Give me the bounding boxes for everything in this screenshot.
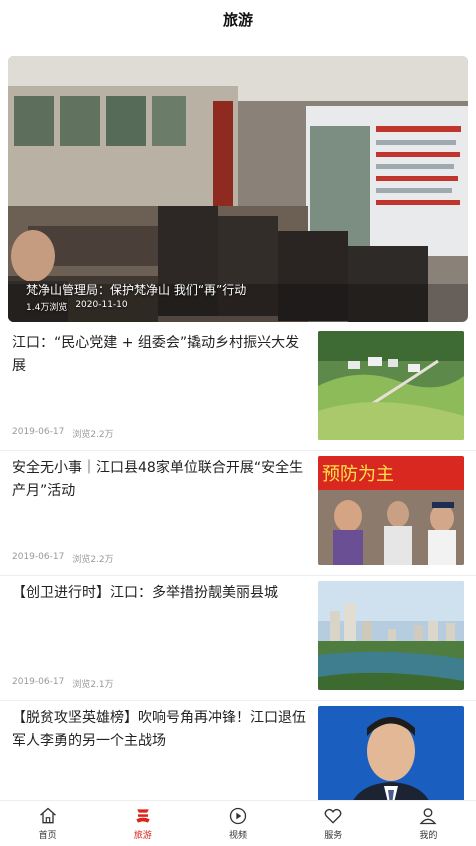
tab-service[interactable]: 服务: [286, 801, 381, 846]
bottom-tab-bar: 首页 旅游 视频 服务 我的: [0, 800, 476, 846]
list-item[interactable]: 江口：“民心党建 + 组委会”撬动乡村振兴大发展 2019-06-17 浏览2.…: [0, 326, 476, 451]
article-meta: 2019-06-17 浏览2.2万: [12, 552, 114, 565]
article-date: 2019-06-17: [12, 552, 65, 562]
tab-travel[interactable]: 旅游: [95, 801, 190, 846]
article-thumbnail: [318, 581, 464, 690]
tab-video[interactable]: 视频: [190, 801, 285, 846]
page-title: 旅游: [222, 10, 253, 29]
list-item[interactable]: 【创卫进行时】江口：多举措扮靓美丽县城 2019-06-17 浏览2.1万: [0, 576, 476, 701]
tab-label: 视频: [229, 831, 248, 841]
article-list: 江口：“民心党建 + 组委会”撬动乡村振兴大发展 2019-06-17 浏览2.…: [0, 326, 476, 826]
article-thumbnail: [318, 706, 464, 815]
play-icon: [229, 807, 247, 825]
article-title: 【脱贫攻坚英雄榜】吹响号角再冲锋！江口退伍军人李勇的另一个主战场: [12, 710, 306, 749]
hero-banner[interactable]: 梵净山管理局：保护梵净山 我们“再”行动 1.4万浏览 2020-11-10: [8, 56, 468, 322]
list-item[interactable]: 安全无小事｜江口县48家单位联合开展“安全生产月”活动 2019-06-17 浏…: [0, 451, 476, 576]
home-icon: [39, 807, 56, 824]
hero-title: 梵净山管理局：保护梵净山 我们“再”行动: [26, 283, 247, 297]
hero-meta: 1.4万浏览 2020-11-10: [26, 300, 128, 313]
travel-icon: [136, 809, 150, 823]
tab-home[interactable]: 首页: [0, 801, 95, 846]
article-thumbnail: 预防为主: [318, 456, 464, 565]
tab-mine[interactable]: 我的: [381, 801, 476, 846]
user-icon: [419, 808, 437, 825]
article-title: 安全无小事｜江口县48家单位联合开展“安全生产月”活动: [12, 460, 304, 499]
article-views: 浏览2.2万: [72, 430, 114, 440]
article-date: 2019-06-17: [12, 677, 65, 687]
article-views: 浏览2.2万: [72, 555, 114, 565]
banner-text: 预防为主: [322, 464, 394, 485]
hero-date: 2020-11-10: [75, 300, 128, 310]
top-header: 旅游: [0, 0, 476, 56]
article-title: 【创卫进行时】江口：多举措扮靓美丽县城: [12, 585, 278, 601]
tab-label: 服务: [324, 831, 343, 841]
article-meta: 2019-06-17 浏览2.2万: [12, 427, 114, 440]
article-meta: 2019-06-17 浏览2.1万: [12, 677, 114, 690]
tab-label: 旅游: [133, 831, 152, 841]
article-title: 江口：“民心党建 + 组委会”撬动乡村振兴大发展: [12, 335, 300, 374]
article-date: 2019-06-17: [12, 427, 65, 437]
article-thumbnail: [318, 331, 464, 440]
tab-label: 首页: [38, 831, 57, 841]
tab-label: 我的: [419, 831, 438, 841]
heart-icon: [324, 808, 342, 824]
article-views: 浏览2.1万: [72, 680, 114, 690]
hero-views: 1.4万浏览: [26, 303, 68, 313]
